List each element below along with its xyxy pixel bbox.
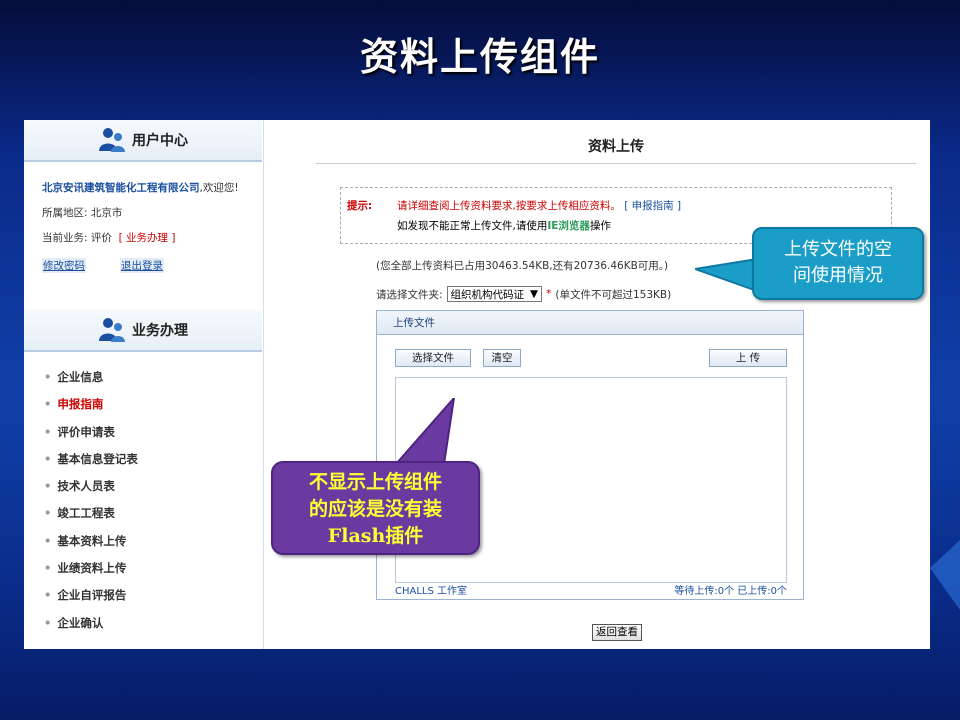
menu-item-guide[interactable]: • 申报指南 [44, 391, 138, 418]
storage-callout-line2: 间使用情况 [793, 265, 883, 286]
menu-item-label: 业绩资料上传 [57, 561, 127, 576]
flash-callout-line2: 的应该是没有装 [308, 498, 442, 520]
menu-item-completed-projects[interactable]: • 竣工工程表 [44, 500, 138, 527]
business-header: 业务办理 [24, 310, 262, 352]
clear-button[interactable]: 清空 [483, 349, 521, 367]
folder-select[interactable]: 组织机构代码证 ▼ [446, 286, 543, 302]
bullet-icon: • [44, 533, 52, 548]
callout-pointer [695, 257, 757, 293]
bullet-icon: • [44, 397, 52, 412]
storage-callout: 上传文件的空 间使用情况 [752, 227, 924, 300]
menu-item-label: 申报指南 [57, 397, 104, 412]
business-value: 评价 [90, 232, 112, 244]
change-password-link[interactable]: 修改密码 [42, 258, 86, 273]
bullet-icon: • [44, 588, 52, 603]
notice-line2-prefix: 如发现不能正常上传文件,请使用 [397, 220, 548, 232]
user-center-title: 用户中心 [132, 133, 188, 149]
user-links: 修改密码 退出登录 [42, 258, 164, 273]
region-label: 所属地区: [42, 207, 88, 219]
menu-item-application-form[interactable]: • 评价申请表 [44, 419, 138, 446]
background-deco-shape [930, 540, 960, 610]
sidebar: 用户中心 北京安讯建筑智能化工程有限公司,欢迎您! 所属地区: 北京市 当前业务… [24, 120, 264, 649]
storage-callout-line1: 上传文件的空 [784, 239, 892, 260]
user-icon [99, 318, 125, 342]
notice-line2-suffix: 操作 [589, 220, 611, 232]
business-link[interactable]: 业务办理 [126, 232, 168, 244]
folder-note: (单文件不可超过153KB) [555, 288, 672, 301]
bullet-icon: • [44, 561, 52, 576]
chevron-down-icon: ▼ [530, 288, 539, 300]
page-title: 资料上传 [316, 134, 916, 164]
user-info: 北京安讯建筑智能化工程有限公司,欢迎您! 所属地区: 北京市 当前业务: 评价 … [42, 182, 239, 244]
menu-item-basic-upload[interactable]: • 基本资料上传 [44, 528, 138, 555]
menu-item-label: 竣工工程表 [57, 506, 115, 521]
company-name: 北京安讯建筑智能化工程有限公司 [42, 182, 200, 194]
main-content: 资料上传 提示: 请详细查阅上传资料要求,按要求上传相应资料。 [ 申报指南 ] … [264, 120, 930, 649]
menu-item-self-evaluation[interactable]: • 企业自评报告 [44, 582, 138, 609]
back-view-button[interactable]: 返回查看 [592, 624, 642, 641]
slide-title: 资料上传组件 [359, 34, 600, 79]
select-file-button[interactable]: 选择文件 [395, 349, 471, 367]
menu-item-label: 评价申请表 [57, 424, 115, 439]
app-screenshot: 用户中心 北京安讯建筑智能化工程有限公司,欢迎您! 所属地区: 北京市 当前业务… [24, 120, 930, 649]
folder-label: 请选择文件夹: [376, 288, 443, 301]
business-menu: • 企业信息 • 申报指南 • 评价申请表 • 基本信息登记表 • 技术人员表 • 竣工工程… [44, 364, 138, 637]
menu-item-label: 基本资料上传 [57, 533, 127, 548]
flash-callout-line3: Flash插件 [327, 525, 424, 547]
business-title: 业务办理 [132, 323, 188, 339]
ie-browser-link[interactable]: IE浏览器 [547, 220, 590, 232]
flash-callout: 不显示上传组件 的应该是没有装 Flash插件 [271, 461, 480, 555]
studio-credit: CHALLS 工作室 [395, 586, 468, 597]
welcome-text: ,欢迎您! [199, 182, 239, 194]
menu-item-label: 技术人员表 [57, 479, 115, 494]
storage-usage: (您全部上传资料已占用30463.54KB,还有20736.46KB可用。) [376, 260, 669, 272]
notice-label: 提示: [347, 200, 373, 212]
menu-item-label: 企业确认 [57, 615, 104, 630]
flash-callout-line1: 不显示上传组件 [308, 471, 442, 493]
user-icon [99, 128, 125, 152]
business-label: 当前业务: [42, 232, 88, 244]
menu-item-label: 基本信息登记表 [57, 451, 138, 466]
guide-link[interactable]: 申报指南 [632, 200, 674, 212]
menu-item-technicians[interactable]: • 技术人员表 [44, 473, 138, 500]
folder-row: 请选择文件夹: 组织机构代码证 ▼ * (单文件不可超过153KB) [376, 286, 671, 302]
upload-button[interactable]: 上 传 [709, 349, 787, 367]
menu-item-confirm[interactable]: • 企业确认 [44, 610, 138, 637]
menu-item-label: 企业信息 [57, 370, 104, 384]
callout-pointer [394, 398, 456, 464]
bullet-icon: • [44, 479, 52, 494]
notice-line1: 请详细查阅上传资料要求,按要求上传相应资料。 [397, 200, 621, 212]
bullet-icon: • [44, 615, 52, 630]
menu-item-company-info[interactable]: • 企业信息 [44, 364, 138, 391]
logout-link[interactable]: 退出登录 [120, 258, 164, 273]
upload-status: 等待上传:0个 已上传:0个 [674, 586, 787, 597]
menu-item-performance-upload[interactable]: • 业绩资料上传 [44, 555, 138, 582]
bullet-icon: • [44, 506, 52, 521]
bullet-icon: • [44, 451, 52, 466]
bullet-icon: • [44, 424, 52, 439]
folder-select-value: 组织机构代码证 [450, 288, 525, 301]
required-star: * [546, 288, 552, 300]
menu-item-basic-info[interactable]: • 基本信息登记表 [44, 446, 138, 473]
upload-panel-header: 上传文件 [377, 311, 803, 335]
menu-item-label: 企业自评报告 [57, 588, 127, 603]
bullet-icon: • [44, 370, 52, 384]
region-value: 北京市 [90, 207, 123, 219]
user-center-header: 用户中心 [24, 120, 262, 162]
upload-footer: CHALLS 工作室 等待上传:0个 已上传:0个 [395, 582, 787, 597]
